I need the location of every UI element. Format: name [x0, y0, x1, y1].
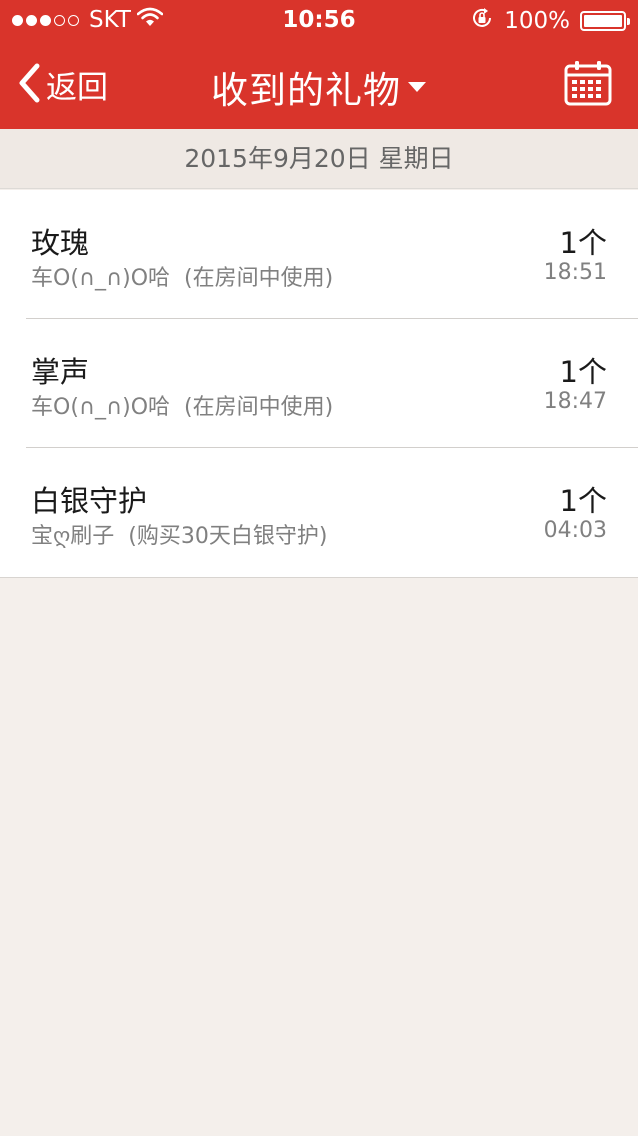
gift-list-item[interactable]: 白银守护 1个 宝ღ刷子 (购买30天白银守护) 04:03 — [0, 448, 638, 577]
gift-count: 1个 — [559, 226, 607, 260]
caret-down-icon — [407, 78, 427, 97]
gift-list-item[interactable]: 玫瑰 1个 车O(∩_∩)O哈 (在房间中使用) 18:51 — [0, 190, 638, 319]
gift-note: (在房间中使用) — [184, 266, 334, 291]
gift-sender: 车O(∩_∩)O哈 — [31, 395, 171, 420]
gift-time: 18:51 — [543, 260, 607, 285]
battery-percent: 100% — [504, 8, 570, 34]
title-dropdown[interactable]: 收到的礼物 — [0, 60, 638, 114]
date-section-header: 2015年9月20日 星期日 — [0, 129, 638, 189]
gift-sender: 宝ღ刷子 — [31, 524, 115, 549]
gift-name: 掌声 — [31, 355, 90, 389]
gift-name: 玫瑰 — [31, 226, 90, 260]
gift-count: 1个 — [559, 355, 607, 389]
navigation-bar: 返回 收到的礼物 — [0, 42, 638, 129]
status-right: 100% — [470, 6, 630, 36]
gift-time: 04:03 — [543, 518, 607, 543]
top-bar: SKT 10:56 100% 返回 收到的礼物 — [0, 0, 638, 129]
gift-detail: 车O(∩_∩)O哈 (在房间中使用) — [31, 389, 333, 421]
gift-note: (购买30天白银守护) — [128, 524, 328, 549]
gift-list-item[interactable]: 掌声 1个 车O(∩_∩)O哈 (在房间中使用) 18:47 — [0, 319, 638, 448]
gift-time: 18:47 — [543, 389, 607, 414]
calendar-button[interactable] — [564, 60, 612, 110]
gift-list: 玫瑰 1个 车O(∩_∩)O哈 (在房间中使用) 18:51 掌声 1个 车O(… — [0, 190, 638, 578]
gift-note: (在房间中使用) — [184, 395, 334, 420]
battery-fill — [584, 15, 622, 27]
status-bar: SKT 10:56 100% — [0, 0, 638, 42]
calendar-icon — [564, 61, 612, 110]
gift-count: 1个 — [559, 484, 607, 518]
page-title: 收到的礼物 — [211, 69, 401, 112]
gift-detail: 车O(∩_∩)O哈 (在房间中使用) — [31, 260, 333, 292]
gift-sender: 车O(∩_∩)O哈 — [31, 266, 171, 291]
gift-name: 白银守护 — [31, 484, 148, 518]
gift-detail: 宝ღ刷子 (购买30天白银守护) — [31, 518, 327, 550]
battery-icon — [580, 11, 630, 31]
orientation-lock-icon — [470, 6, 494, 36]
